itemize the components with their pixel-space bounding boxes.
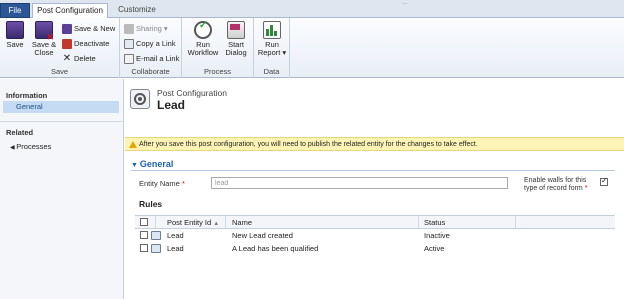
rules-grid: Post Entity Id ▲ Name Status Lead New Le… (135, 215, 615, 255)
email-link-icon (124, 54, 134, 65)
cell-post-entity-id[interactable]: Lead (167, 229, 184, 242)
save-group-label: Save (50, 67, 69, 76)
process-group: ✓ Run Workflow Start Dialog Process (182, 18, 254, 78)
entity-name-label: Entity Name * (139, 179, 185, 188)
collapse-arrow-icon: ▼ (131, 162, 140, 169)
save-close-icon: ✕ (35, 21, 54, 42)
left-navigation: Information General Related ◀ Processes (0, 79, 124, 299)
nav-item-general[interactable]: General (3, 101, 119, 113)
deactivate-icon (62, 39, 72, 50)
section-divider (131, 170, 615, 171)
data-group-label: Data (263, 67, 280, 76)
save-close-button[interactable]: ✕ Save & Close (30, 21, 58, 57)
cell-name: New Lead created (232, 231, 293, 240)
grid-header: Post Entity Id ▲ Name Status (135, 216, 615, 229)
warning-text: After you save this post configuration, … (139, 141, 478, 148)
enable-walls-checkbox[interactable] (600, 176, 608, 186)
main-form: Post Configuration Lead After you save t… (125, 79, 624, 299)
record-icon (151, 244, 161, 253)
save-new-icon (62, 24, 72, 35)
row-checkbox[interactable] (140, 231, 148, 239)
run-workflow-button[interactable]: ✓ Run Workflow (187, 21, 219, 57)
cell-post-entity-id[interactable]: Lead (167, 242, 184, 255)
copy-link-button[interactable]: Copy a Link (124, 37, 176, 50)
page-title: Lead (157, 98, 186, 112)
rules-label: Rules (139, 199, 163, 209)
cell-name: A Lead has been qualified (232, 244, 319, 253)
cell-status: Inactive (424, 231, 450, 240)
delete-button[interactable]: ✕ Delete (62, 52, 96, 65)
process-group-label: Process (203, 67, 232, 76)
table-row[interactable]: Lead A Lead has been qualified Active (135, 242, 615, 255)
entity-type-label: Post Configuration (157, 88, 227, 98)
ribbon-tab-bar: File Post Configuration Customize ... (0, 0, 624, 19)
nav-section-related: Related (6, 128, 34, 137)
row-checkbox[interactable] (140, 244, 148, 252)
save-button[interactable]: Save (4, 21, 26, 49)
save-group: Save ✕ Save & Close Save & New Deactivat… (0, 18, 120, 78)
data-group: Run Report ▾ Data (254, 18, 290, 78)
run-workflow-icon: ✓ (194, 21, 212, 39)
table-row[interactable]: Lead New Lead created Inactive (135, 229, 615, 242)
ribbon: Save ✕ Save & Close Save & New Deactivat… (0, 18, 624, 78)
tab-post-configuration[interactable]: Post Configuration (32, 3, 108, 19)
section-title-general[interactable]: ▼ General (131, 159, 173, 169)
column-divider (155, 216, 156, 229)
deactivate-button[interactable]: Deactivate (62, 37, 109, 50)
email-link-button[interactable]: E-mail a Link (124, 52, 179, 65)
entity-name-field[interactable] (211, 177, 508, 189)
warning-bar: After you save this post configuration, … (125, 137, 624, 151)
nav-section-information: Information (6, 91, 48, 100)
record-icon (151, 231, 161, 240)
column-header-post-entity-id[interactable]: Post Entity Id ▲ (167, 216, 219, 229)
nav-divider (0, 121, 124, 122)
save-new-button[interactable]: Save & New (62, 22, 115, 35)
entity-icon (130, 89, 150, 109)
window-title: ... (402, 0, 408, 4)
start-dialog-icon (227, 21, 245, 39)
column-divider (515, 216, 516, 229)
run-report-icon (263, 21, 281, 39)
tab-customize[interactable]: Customize (112, 3, 162, 18)
select-all-checkbox[interactable] (140, 218, 148, 226)
column-header-name[interactable]: Name (232, 216, 252, 229)
cell-status: Active (424, 244, 445, 253)
save-icon (6, 21, 24, 39)
sharing-button[interactable]: Sharing ▾ (124, 22, 168, 35)
delete-icon: ✕ (62, 53, 72, 65)
collaborate-group: Sharing ▾ Copy a Link E-mail a Link Coll… (120, 18, 182, 78)
tab-file[interactable]: File (0, 3, 30, 18)
copy-link-icon (124, 39, 134, 50)
sort-ascending-icon: ▲ (213, 221, 220, 227)
enable-walls-label: Enable walls for this type of record for… (524, 177, 588, 192)
column-divider (225, 216, 226, 229)
column-header-status[interactable]: Status (424, 216, 445, 229)
nav-item-processes[interactable]: ◀ Processes (3, 141, 119, 153)
warning-icon (129, 141, 137, 148)
column-divider (418, 216, 419, 229)
start-dialog-button[interactable]: Start Dialog (222, 21, 250, 57)
collaborate-group-label: Collaborate (131, 67, 170, 76)
run-report-button[interactable]: Run Report ▾ (257, 21, 287, 57)
sharing-icon (124, 24, 134, 35)
